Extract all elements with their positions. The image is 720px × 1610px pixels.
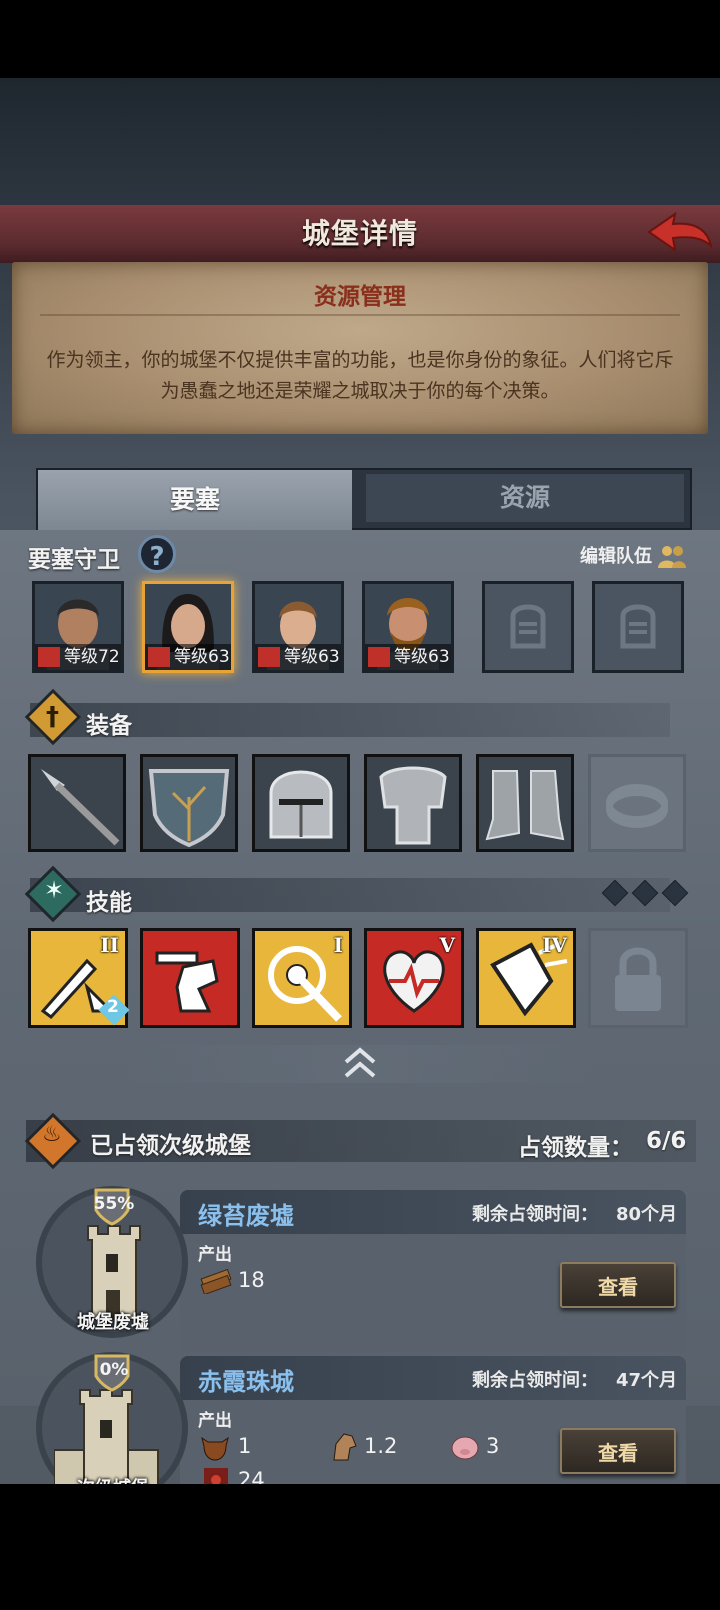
skill-slot-3[interactable]: I — [252, 928, 352, 1028]
occupied-count-label: 占领数量： — [518, 1135, 633, 1161]
unit-icon — [368, 647, 390, 667]
unit-icon — [258, 647, 280, 667]
guard-slot-3[interactable]: 等级63 — [252, 581, 344, 673]
unit-icon — [148, 647, 170, 667]
skill-rank: II — [100, 933, 119, 957]
skill-slot-1[interactable]: II 2 — [28, 928, 130, 1028]
equipment-slot-armor[interactable] — [364, 754, 462, 852]
output-value: 18 — [238, 1268, 265, 1292]
castle-progress: 55% — [93, 1194, 135, 1214]
output-value: 1 — [238, 1434, 252, 1458]
occupied-count-value: 6/6 — [646, 1128, 687, 1154]
equipment-title: 装备 — [86, 713, 132, 739]
ring-icon — [606, 784, 668, 828]
shield-icon — [143, 757, 235, 849]
equipment-slot-shield[interactable] — [140, 754, 238, 852]
armor-icon — [367, 757, 459, 849]
skill-rank: IV — [542, 933, 567, 957]
skill-rank: V — [439, 933, 455, 957]
intro-text: 作为领主，你的城堡不仅提供丰富的功能，也是你身份的象征。人们将它斥为愚蠢之地还是… — [46, 349, 674, 402]
castle-type: 城堡废墟 — [77, 1312, 149, 1333]
intro-divider — [40, 314, 680, 316]
remaining-time-label: 剩余占领时间： — [472, 1370, 598, 1391]
bottom-bar — [0, 1484, 720, 1610]
remaining-time-value: 80个月 — [616, 1204, 678, 1225]
pig-icon — [451, 1436, 479, 1460]
knight-helmet-placeholder-icon — [510, 604, 546, 649]
top-bar — [0, 0, 720, 78]
tab-fortress[interactable]: 要塞 — [38, 470, 352, 530]
muscle-arm-icon — [155, 951, 219, 1013]
equipment-slot-spear[interactable] — [28, 754, 126, 852]
view-button[interactable]: 查看 — [560, 1428, 676, 1474]
equipment-slot-helmet[interactable] — [252, 754, 350, 852]
remaining-time-value: 47个月 — [616, 1370, 678, 1391]
sun-icon — [204, 1468, 228, 1484]
edit-team-button[interactable]: 编辑队伍 — [580, 542, 688, 570]
page-title: 城堡详情 — [301, 217, 418, 250]
level-badge: 等级63 — [145, 644, 231, 670]
tab-resources[interactable]: 资源 — [366, 474, 684, 522]
occupied-title: 已占领次级城堡 — [90, 1133, 251, 1159]
back-button[interactable] — [645, 210, 713, 258]
dagger-icon: † — [46, 702, 59, 732]
intro-title: 资源管理 — [314, 284, 406, 310]
remaining-time-label: 剩余占领时间： — [472, 1204, 598, 1225]
guard-slot-4[interactable]: 等级63 — [362, 581, 454, 673]
ruined-tower-icon — [84, 1210, 144, 1324]
skill-slot-5[interactable]: IV — [476, 928, 576, 1028]
diamond-points-icon — [601, 879, 689, 907]
skill-points-indicator — [600, 879, 692, 912]
level-badge: 等级72 — [35, 644, 121, 670]
output-value: 1.2 — [364, 1434, 398, 1458]
cow-icon — [201, 1436, 229, 1461]
castle-name[interactable]: 赤霞珠城 — [198, 1362, 294, 1397]
lock-icon — [615, 947, 661, 1011]
guard-slot-empty[interactable] — [482, 581, 574, 673]
guard-slot-2[interactable]: 等级63 — [142, 581, 234, 673]
knight-helmet-placeholder-icon — [620, 604, 656, 649]
horse-icon — [333, 1433, 357, 1461]
equipment-slot-ring-empty[interactable] — [588, 754, 686, 852]
output-value: 3 — [486, 1434, 500, 1458]
castle-name[interactable]: 绿苔废墟 — [198, 1196, 294, 1231]
output-label: 产出 — [198, 1411, 232, 1431]
boots-icon — [479, 757, 571, 849]
guard-slot-1[interactable]: 等级72 — [32, 581, 124, 673]
skill-slot-2[interactable] — [140, 928, 240, 1028]
level-badge: 等级63 — [365, 644, 451, 670]
skill-rank: I — [333, 933, 343, 957]
star-icon: ✶ — [44, 876, 65, 904]
unit-icon — [38, 647, 60, 667]
fire-icon: ♨ — [42, 1122, 62, 1147]
edit-team-label: 编辑队伍 — [580, 546, 652, 567]
skill-slot-locked[interactable] — [588, 928, 688, 1028]
guard-slot-empty[interactable] — [592, 581, 684, 673]
castle-progress: 0% — [99, 1360, 129, 1380]
skill-level-value: 2 — [107, 997, 119, 1017]
spear-icon — [31, 757, 123, 849]
wood-icon — [200, 1268, 232, 1294]
skills-title: 技能 — [86, 890, 132, 916]
output-label: 产出 — [198, 1245, 232, 1265]
help-icon[interactable]: ? — [138, 535, 176, 573]
helmet-icon — [255, 757, 347, 849]
level-badge: 等级63 — [255, 644, 341, 670]
team-add-icon — [658, 546, 687, 568]
skill-slot-4[interactable]: V — [364, 928, 464, 1028]
view-button[interactable]: 查看 — [560, 1262, 676, 1308]
collapse-chevron-icon[interactable] — [342, 1046, 378, 1084]
guards-title: 要塞守卫 — [28, 547, 120, 573]
back-arrow-icon — [647, 211, 713, 253]
equipment-slot-boots[interactable] — [476, 754, 574, 852]
